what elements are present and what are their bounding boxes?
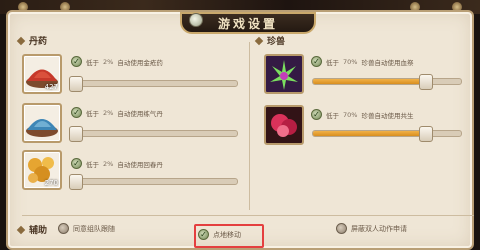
pill-count: 427 [44, 83, 58, 91]
red-flame-icon [266, 107, 302, 143]
assist-option-follow[interactable]: 同意组队跟随 [58, 223, 115, 234]
pill-jinchuang-tile[interactable]: 427 [22, 54, 62, 94]
pill-rule-1: ✓ 低于 2% 自动使用练气丹 [71, 107, 163, 118]
beast-xueji-tile[interactable] [264, 54, 304, 94]
diamond-icon [254, 36, 264, 45]
blue-powder-icon [26, 119, 58, 137]
pill-rule-0: ✓ 低于 2% 自动使用金疮药 [71, 56, 163, 67]
radio-button[interactable] [58, 223, 69, 234]
beasts-section-title: 珍兽 [267, 37, 286, 47]
settings-panel: 游戏设置 丹药 427 ✓ 低于 2% 自动使用金疮药 ✓ 低于 2% 自动使用… [6, 10, 474, 250]
column-divider [249, 42, 250, 210]
checkbox-pill-2[interactable]: ✓ [71, 158, 82, 169]
gem-icon [189, 13, 203, 27]
checkbox-pill-1[interactable]: ✓ [71, 107, 82, 118]
beast-gongsheng-tile[interactable] [264, 105, 304, 145]
pill-slider-2[interactable] [69, 174, 238, 190]
assist-option-block-duo[interactable]: 屏蔽双人动作申请 [336, 223, 407, 234]
pill-lianqi-tile[interactable] [22, 103, 62, 143]
checkbox-pill-0[interactable]: ✓ [71, 56, 82, 67]
green-spark-icon [266, 56, 302, 92]
slider-fill [313, 79, 423, 84]
beast-rule-1: ✓ 低于 70% 珍兽自动使用共生 [311, 109, 413, 120]
slider-handle[interactable] [69, 174, 83, 190]
beast-slider-1[interactable] [312, 126, 462, 142]
slider-fill [313, 131, 423, 136]
radio-button[interactable] [336, 223, 347, 234]
pill-slider-0[interactable] [69, 76, 238, 92]
pills-section-header: 丹药 [16, 34, 48, 47]
beasts-section-header: 珍兽 [254, 34, 286, 47]
assist-section-header: 辅助 [16, 223, 48, 236]
diamond-icon [16, 36, 26, 45]
section-divider [22, 215, 474, 216]
pills-section-title: 丹药 [29, 37, 48, 47]
diamond-icon [16, 225, 26, 234]
pill-slider-1[interactable] [69, 126, 238, 142]
checkbox-beast-0[interactable]: ✓ [311, 56, 322, 67]
beast-rule-0: ✓ 低于 70% 珍兽自动使用血祭 [311, 56, 413, 67]
slider-handle[interactable] [419, 74, 433, 90]
checkbox-beast-1[interactable]: ✓ [311, 109, 322, 120]
pill-rule-2: ✓ 低于 2% 自动使用回春丹 [71, 158, 163, 169]
page-title: 游戏设置 [217, 16, 278, 31]
pill-huichun-tile[interactable]: 270 [22, 150, 62, 190]
slider-handle[interactable] [69, 76, 83, 92]
highlight-box [194, 224, 264, 248]
beast-slider-0[interactable] [312, 74, 462, 90]
slider-handle[interactable] [419, 126, 433, 142]
assist-section-title: 辅助 [29, 226, 48, 236]
slider-handle[interactable] [69, 126, 83, 142]
pill-count: 270 [44, 179, 58, 187]
